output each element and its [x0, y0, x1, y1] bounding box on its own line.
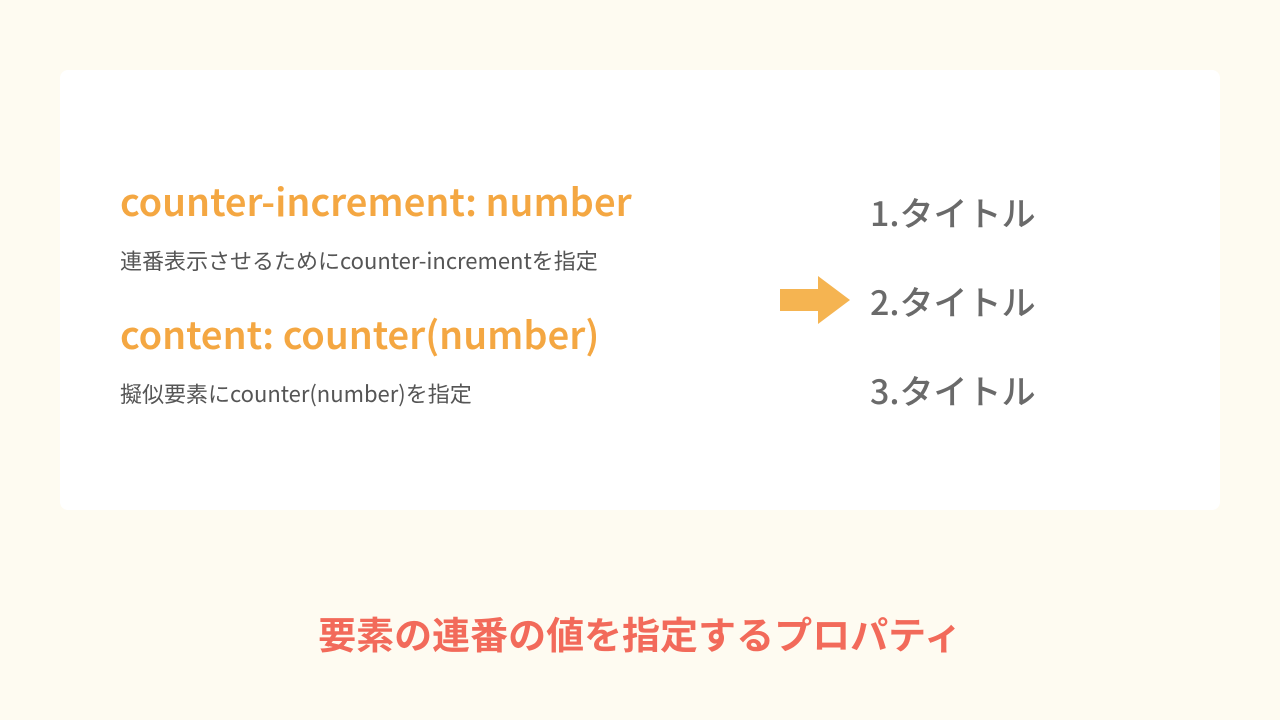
- list-item: 1.タイトル: [870, 187, 1160, 236]
- desc-counter-increment: 連番表示させるためにcounter-incrementを指定: [120, 242, 750, 279]
- heading-counter-increment: counter-increment: number: [120, 176, 750, 224]
- footer-caption: 要素の連番の値を指定するプロパティ: [0, 605, 1280, 660]
- content-card: counter-increment: number 連番表示させるためにcoun…: [60, 70, 1220, 510]
- desc-content-counter: 擬似要素にcounter(number)を指定: [120, 375, 750, 412]
- left-column: counter-increment: number 連番表示させるためにcoun…: [120, 176, 770, 424]
- list-item: 2.タイトル: [870, 276, 1160, 325]
- arrow-right-icon: [770, 276, 860, 324]
- example-list: 1.タイトル 2.タイトル 3.タイトル: [860, 187, 1160, 414]
- list-item: 3.タイトル: [870, 365, 1160, 414]
- heading-content-counter: content: counter(number): [120, 309, 750, 357]
